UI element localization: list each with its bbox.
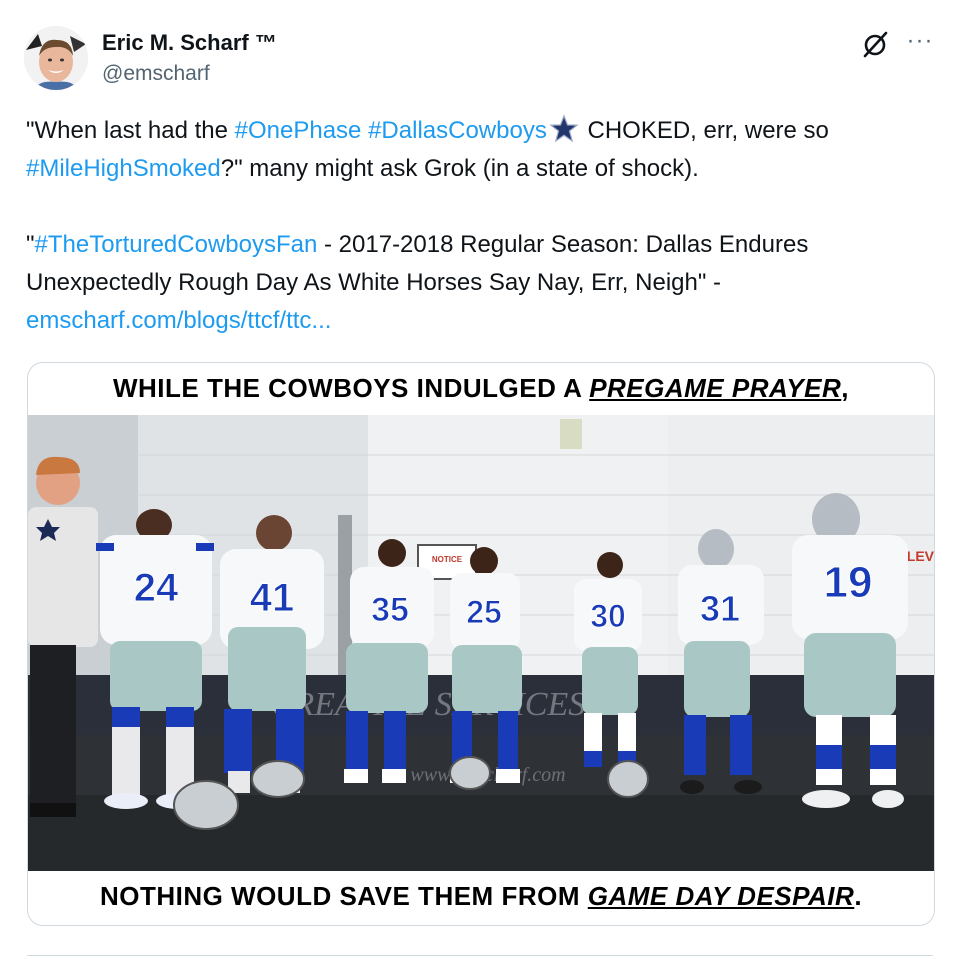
tweet-text-segment: ?" many might ask Grok (in a state of sh… — [220, 155, 699, 182]
hashtag-onephase[interactable]: #OnePhase — [235, 117, 362, 144]
jersey-number: 30 — [590, 598, 626, 634]
caption-top-emphasis: PREGAME PRAYER — [589, 373, 842, 403]
dallas-star-emoji — [549, 114, 579, 144]
tweet-header: Eric M. Scharf ™ @emscharf ··· — [24, 26, 936, 92]
tweet-paragraph-1: "When last had the #OnePhase #DallasCowb… — [26, 112, 936, 188]
caption-bottom: NOTHING WOULD SAVE THEM FROM GAME DAY DE… — [28, 881, 934, 912]
jersey-number: 41 — [250, 576, 295, 620]
caption-top-text: WHILE THE COWBOYS INDULGED A — [112, 373, 590, 403]
caption-top: WHILE THE COWBOYS INDULGED A PREGAME PRA… — [28, 373, 934, 404]
author-handle[interactable]: @emscharf — [102, 62, 210, 86]
jersey-number: 35 — [371, 591, 409, 629]
author-name[interactable]: Eric M. Scharf ™ — [102, 30, 277, 56]
tweet-text-segment: " — [26, 231, 35, 258]
tweet-text-segment: "When last had the — [26, 117, 235, 144]
jersey-number: 31 — [700, 588, 740, 629]
tweet-text: "When last had the #OnePhase #DallasCowb… — [26, 112, 936, 340]
wall-text: LEV — [907, 548, 934, 564]
jersey-number: 19 — [824, 558, 873, 607]
caption-bottom-text: NOTHING WOULD SAVE THEM FROM — [99, 881, 588, 911]
grok-slash-icon[interactable] — [860, 30, 890, 60]
sign-notice-text: NOTICE — [432, 555, 463, 564]
jersey-number: 24 — [134, 566, 179, 610]
tweet-paragraph-2: "#TheTorturedCowboysFan - 2017-2018 Regu… — [26, 226, 936, 340]
jersey-number: 25 — [466, 594, 502, 630]
caption-top-punct: , — [841, 373, 850, 403]
hashtag-milehighsmoked[interactable]: #MileHighSmoked — [26, 155, 221, 182]
more-options-icon[interactable]: ··· — [904, 26, 936, 56]
team-prayer-photo: NOTICE LEV CREATIVE SERVICES www.emschar… — [28, 415, 934, 871]
media-card[interactable]: WHILE THE COWBOYS INDULGED A PREGAME PRA… — [27, 362, 935, 926]
caption-bottom-emphasis: GAME DAY DESPAIR — [587, 881, 855, 911]
hashtag-torturedcowboysfan[interactable]: #TheTorturedCowboysFan — [35, 231, 318, 258]
blog-link[interactable]: emscharf.com/blogs/ttcf/ttc... — [26, 307, 331, 334]
tweet-text-segment: CHOKED, err, were so — [580, 117, 829, 144]
avatar[interactable] — [24, 26, 88, 90]
hashtag-dallascowboys[interactable]: #DallasCowboys — [368, 117, 547, 144]
caption-bottom-punct: . — [854, 881, 863, 911]
tweet-divider — [27, 955, 933, 956]
